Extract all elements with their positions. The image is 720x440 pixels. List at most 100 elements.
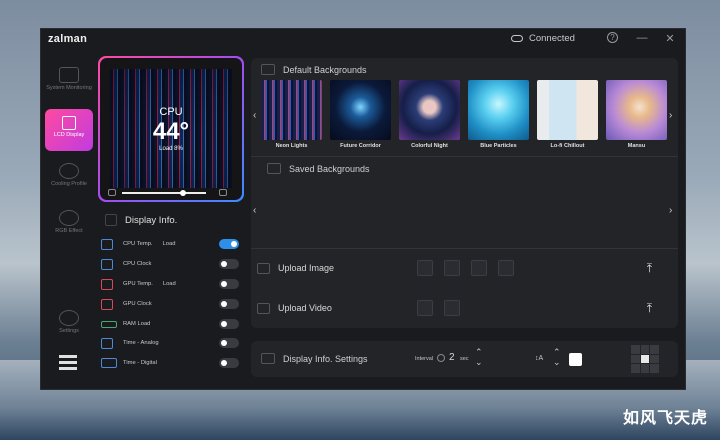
settings-icon	[261, 353, 275, 364]
list-item-label: Time - Digital	[123, 360, 157, 366]
title-bar: zalman Connected ? — ✕	[41, 29, 685, 51]
image-slot[interactable]	[444, 260, 460, 276]
thumb-image	[399, 80, 460, 140]
thumb-image	[261, 80, 322, 140]
next-arrow-icon[interactable]: ›	[669, 110, 672, 121]
backgrounds-panel: Default Backgrounds ‹ › Neon Lights Futu…	[251, 58, 678, 328]
list-item-label: GPU Temp.	[123, 281, 153, 287]
image-icon	[257, 262, 270, 274]
monitor-icon	[59, 67, 79, 83]
list-item-label: GPU Clock	[123, 301, 152, 307]
display-info-title: Display Info.	[125, 214, 178, 226]
cpu-temp-icon	[101, 238, 113, 250]
ram-load-toggle[interactable]	[219, 319, 239, 329]
list-item-label: CPU Clock	[123, 261, 152, 267]
upload-video-row: Upload Video ⤒	[257, 295, 672, 321]
list-item-extra: Load	[162, 281, 176, 287]
list-item: CPU Clock	[101, 255, 239, 273]
thumb-caption: Mansu	[627, 143, 646, 149]
lcd-icon	[62, 116, 76, 130]
saved-prev-arrow-icon[interactable]: ‹	[253, 205, 256, 216]
image-slot[interactable]	[417, 260, 433, 276]
gpu-temp-toggle[interactable]	[219, 279, 239, 289]
background-thumb-lofi-chillout[interactable]: Lo-fi Chillout	[537, 80, 598, 150]
saved-backgrounds-title: Saved Backgrounds	[289, 163, 370, 174]
sidebar-item-settings[interactable]: Settings	[45, 310, 93, 334]
interval-down-icon[interactable]: ⌄	[475, 357, 483, 368]
interval-value[interactable]: 2	[449, 352, 455, 363]
fan-icon	[59, 163, 79, 179]
settings-bar-header: Display Info. Settings	[261, 353, 368, 364]
background-thumb-colorful-night[interactable]: Colorful Night	[399, 80, 460, 150]
preview-load-label: Load 8%	[159, 146, 183, 152]
saved-backgrounds-header: Saved Backgrounds	[267, 163, 370, 174]
link-icon	[511, 35, 523, 42]
preview-cpu-label: CPU	[159, 106, 183, 118]
time-digital-toggle[interactable]	[219, 358, 239, 368]
thumb-image	[537, 80, 598, 140]
background-thumb-neon-lights[interactable]: Neon Lights	[261, 80, 322, 150]
gpu-temp-icon	[101, 278, 113, 290]
thumb-caption: Neon Lights	[275, 143, 308, 149]
interval-label: Interval	[415, 356, 434, 362]
sidebar-item-rgb-effect[interactable]: RGB Effect	[45, 210, 93, 234]
image-slot[interactable]	[498, 260, 514, 276]
gpu-clock-toggle[interactable]	[219, 299, 239, 309]
cpu-temp-toggle[interactable]	[219, 239, 239, 249]
lcd-preview: CPU 44° Load 8%	[98, 56, 244, 202]
list-item: Time - Analog	[101, 334, 239, 352]
list-item-extra: Load	[162, 241, 176, 247]
saved-next-arrow-icon[interactable]: ›	[669, 205, 672, 216]
divider	[251, 248, 678, 249]
display-info-checkbox[interactable]	[105, 214, 117, 226]
app-window: zalman Connected ? — ✕ System Monitoring…	[40, 28, 686, 390]
background-thumb-future-corridor[interactable]: Future Corridor	[330, 80, 391, 150]
sidebar-item-label: Settings	[59, 328, 79, 334]
sidebar-item-lcd-display[interactable]: LCD Display	[45, 109, 93, 151]
list-item: CPU Temp. Load	[101, 235, 239, 253]
video-slot[interactable]	[417, 300, 433, 316]
color-swatch[interactable]	[569, 353, 582, 366]
font-down-icon[interactable]: ⌄	[553, 357, 561, 368]
time-analog-toggle[interactable]	[219, 338, 239, 348]
upload-video-label: Upload Video	[278, 303, 332, 313]
rotate-icon[interactable]	[219, 189, 227, 196]
position-grid-icon[interactable]	[631, 345, 659, 373]
prev-arrow-icon[interactable]: ‹	[253, 110, 256, 121]
divider	[251, 156, 678, 157]
gpu-clock-icon	[101, 298, 113, 310]
upload-video-icon[interactable]: ⤒	[647, 301, 652, 316]
upload-image-label: Upload Image	[278, 263, 335, 273]
sidebar-item-system-monitoring[interactable]: System Monitoring	[45, 67, 93, 91]
brightness-slider[interactable]	[122, 190, 206, 196]
video-slot[interactable]	[444, 300, 460, 316]
interval-unit: sec	[460, 356, 469, 362]
display-info-header: Display Info.	[105, 214, 177, 226]
list-item-label: Time - Analog	[123, 340, 159, 346]
sidebar-item-label: RGB Effect	[55, 228, 83, 234]
default-backgrounds-header: Default Backgrounds	[261, 64, 367, 75]
watermark-text: 如风飞天虎	[622, 408, 708, 427]
brightness-icon	[108, 189, 116, 196]
image-slot[interactable]	[471, 260, 487, 276]
sidebar-item-cooling-profile[interactable]: Cooling Profile	[45, 163, 93, 187]
cpu-clock-icon	[101, 258, 113, 270]
upload-image-row: Upload Image ⤒	[257, 255, 672, 281]
thumb-caption: Future Corridor	[340, 143, 381, 149]
sidebar: System Monitoring LCD Display Cooling Pr…	[41, 51, 97, 391]
default-backgrounds-title: Default Backgrounds	[283, 64, 367, 75]
digital-clock-icon	[101, 358, 117, 368]
background-thumb-blue-particles[interactable]: Blue Particles	[468, 80, 529, 150]
minimize-button[interactable]: —	[635, 32, 649, 44]
sidebar-item-label: LCD Display	[53, 132, 85, 138]
sidebar-item-label: Cooling Profile	[51, 181, 87, 187]
default-backgrounds-list: Neon Lights Future Corridor Colorful Nig…	[261, 80, 667, 150]
upload-image-icon[interactable]: ⤒	[647, 261, 652, 276]
close-button[interactable]: ✕	[663, 32, 677, 45]
background-thumb-mansu[interactable]: Mansu	[606, 80, 667, 150]
font-size-icon: ↕A	[535, 355, 544, 362]
sun-icon	[59, 210, 79, 226]
thumb-caption: Blue Particles	[480, 143, 517, 149]
help-button[interactable]: ?	[607, 32, 618, 43]
cpu-clock-toggle[interactable]	[219, 259, 239, 269]
